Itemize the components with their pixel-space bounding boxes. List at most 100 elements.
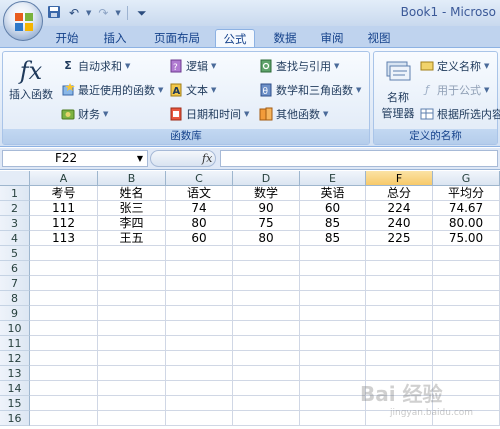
cell-d15[interactable] (233, 396, 300, 411)
cell-e8[interactable] (300, 291, 366, 306)
cell-f16[interactable] (366, 411, 433, 426)
cell-g10[interactable] (433, 321, 500, 336)
cell-g12[interactable] (433, 351, 500, 366)
redo-dropdown-icon[interactable]: ▼ (115, 9, 120, 17)
cell-f11[interactable] (366, 336, 433, 351)
cell-f12[interactable] (366, 351, 433, 366)
cell-e14[interactable] (300, 381, 366, 396)
cell-e12[interactable] (300, 351, 366, 366)
cell-g13[interactable] (433, 366, 500, 381)
cell-e15[interactable] (300, 396, 366, 411)
define-name-button[interactable]: 定义名称 ▼ (420, 57, 489, 75)
cell-d11[interactable] (233, 336, 300, 351)
row-header[interactable]: 14 (0, 381, 30, 396)
insert-function-button[interactable]: fx 插入函数 (7, 56, 55, 102)
cell-f13[interactable] (366, 366, 433, 381)
cell-b15[interactable] (98, 396, 166, 411)
cell-f2[interactable]: 224 (366, 201, 433, 216)
tab-review[interactable]: 审阅 (315, 29, 349, 48)
row-header[interactable]: 7 (0, 276, 30, 291)
insert-function-fx-icon[interactable]: fx (202, 150, 212, 167)
cell-c3[interactable]: 80 (166, 216, 233, 231)
chevron-down-icon[interactable]: ▼ (137, 151, 143, 166)
cell-b12[interactable] (98, 351, 166, 366)
cell-a14[interactable] (30, 381, 98, 396)
cell-g2[interactable]: 74.67 (433, 201, 500, 216)
cell-a11[interactable] (30, 336, 98, 351)
cell-a12[interactable] (30, 351, 98, 366)
tab-home[interactable]: 开始 (50, 29, 84, 48)
row-header[interactable]: 13 (0, 366, 30, 381)
cell-d3[interactable]: 75 (233, 216, 300, 231)
undo-icon[interactable]: ↶ (66, 5, 82, 21)
cell-c6[interactable] (166, 261, 233, 276)
undo-dropdown-icon[interactable]: ▼ (86, 9, 91, 17)
office-button[interactable] (3, 1, 43, 41)
financial-button[interactable]: 财务 ▼ (61, 105, 108, 123)
cell-d5[interactable] (233, 246, 300, 261)
create-from-selection-button[interactable]: 根据所选内容 (420, 105, 500, 123)
cell-b8[interactable] (98, 291, 166, 306)
column-header-b[interactable]: B (98, 171, 166, 186)
cell-b10[interactable] (98, 321, 166, 336)
autosum-button[interactable]: Σ 自动求和 ▼ (61, 57, 130, 75)
cell-e16[interactable] (300, 411, 366, 426)
column-header-e[interactable]: E (300, 171, 366, 186)
cell-d1[interactable]: 数学 (233, 186, 300, 201)
cell-e6[interactable] (300, 261, 366, 276)
cell-d14[interactable] (233, 381, 300, 396)
cell-d12[interactable] (233, 351, 300, 366)
cell-e2[interactable]: 60 (300, 201, 366, 216)
math-trig-button[interactable]: θ 数学和三角函数 ▼ (259, 81, 361, 99)
cell-c15[interactable] (166, 396, 233, 411)
tab-data[interactable]: 数据 (268, 29, 302, 48)
cell-e4[interactable]: 85 (300, 231, 366, 246)
more-functions-button[interactable]: 其他函数 ▼ (259, 105, 328, 123)
cell-f1[interactable]: 总分 (366, 186, 433, 201)
cell-c1[interactable]: 语文 (166, 186, 233, 201)
cell-b6[interactable] (98, 261, 166, 276)
cell-f8[interactable] (366, 291, 433, 306)
row-header[interactable]: 16 (0, 411, 30, 426)
cell-b1[interactable]: 姓名 (98, 186, 166, 201)
cell-b3[interactable]: 李四 (98, 216, 166, 231)
lookup-reference-button[interactable]: 查找与引用 ▼ (259, 57, 339, 75)
cell-d4[interactable]: 80 (233, 231, 300, 246)
cell-a3[interactable]: 112 (30, 216, 98, 231)
cell-g16[interactable] (433, 411, 500, 426)
cell-a1[interactable]: 考号 (30, 186, 98, 201)
cell-e10[interactable] (300, 321, 366, 336)
cell-g11[interactable] (433, 336, 500, 351)
cell-e9[interactable] (300, 306, 366, 321)
cell-c11[interactable] (166, 336, 233, 351)
cell-g9[interactable] (433, 306, 500, 321)
column-header-f[interactable]: F (366, 171, 433, 186)
row-header[interactable]: 12 (0, 351, 30, 366)
text-button[interactable]: A 文本 ▼ (169, 81, 216, 99)
row-header[interactable]: 15 (0, 396, 30, 411)
cell-g3[interactable]: 80.00 (433, 216, 500, 231)
cell-f5[interactable] (366, 246, 433, 261)
cell-b14[interactable] (98, 381, 166, 396)
cell-b16[interactable] (98, 411, 166, 426)
cell-c12[interactable] (166, 351, 233, 366)
recent-functions-button[interactable]: 最近使用的函数 ▼ (61, 81, 163, 99)
cell-a4[interactable]: 113 (30, 231, 98, 246)
cell-g5[interactable] (433, 246, 500, 261)
row-header[interactable]: 11 (0, 336, 30, 351)
row-header[interactable]: 8 (0, 291, 30, 306)
redo-icon[interactable]: ↷ (95, 5, 111, 21)
tab-page-layout[interactable]: 页面布局 (148, 29, 206, 48)
cell-c16[interactable] (166, 411, 233, 426)
row-header[interactable]: 1 (0, 186, 30, 201)
select-all-corner[interactable] (0, 171, 30, 186)
cell-a15[interactable] (30, 396, 98, 411)
cell-c8[interactable] (166, 291, 233, 306)
column-header-g[interactable]: G (433, 171, 500, 186)
column-header-d[interactable]: D (233, 171, 300, 186)
cell-c5[interactable] (166, 246, 233, 261)
cell-b7[interactable] (98, 276, 166, 291)
cell-b9[interactable] (98, 306, 166, 321)
cell-d2[interactable]: 90 (233, 201, 300, 216)
cell-a7[interactable] (30, 276, 98, 291)
